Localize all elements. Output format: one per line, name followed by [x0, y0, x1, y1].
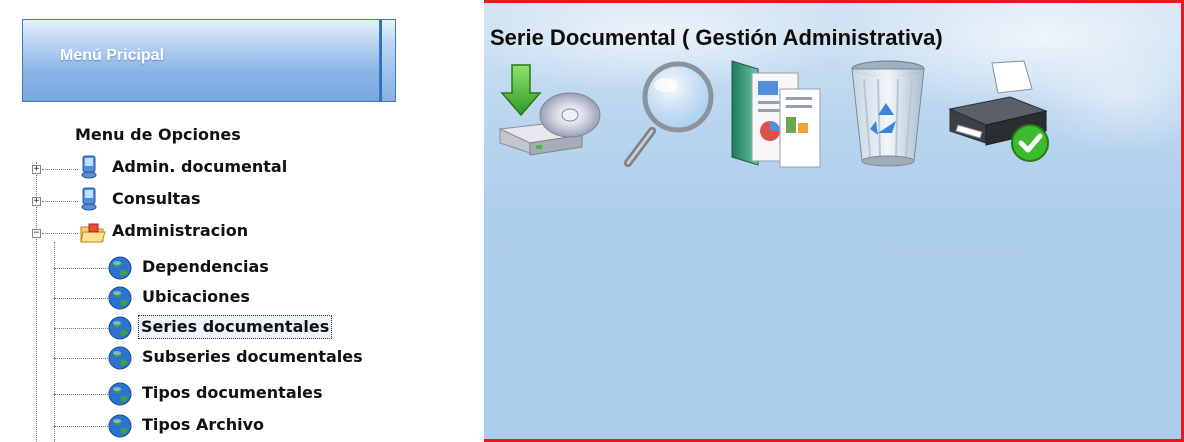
monitor-icon — [81, 187, 97, 211]
globe-icon — [108, 346, 132, 370]
recycle-bin-icon — [851, 60, 925, 167]
tree-node-consultas[interactable]: Consultas — [110, 188, 203, 210]
open-folder-icon — [80, 223, 106, 243]
disk-save-icon — [498, 64, 601, 156]
print-button[interactable] — [944, 59, 1054, 171]
main-panel: Serie Documental ( Gestión Administrativ… — [484, 3, 1181, 439]
expand-toggle[interactable]: + — [32, 165, 41, 174]
printer-icon — [948, 60, 1049, 162]
tree-node-subseries-documentales[interactable]: Subseries documentales — [140, 346, 365, 368]
documents-button[interactable] — [722, 59, 832, 171]
globe-icon — [108, 286, 132, 310]
sidebar: Menú Pricipal Menu de Opciones + Admin. … — [0, 0, 484, 442]
save-button[interactable] — [494, 59, 604, 171]
tree-node-tipos-documentales[interactable]: Tipos documentales — [140, 382, 324, 404]
delete-button[interactable] — [834, 59, 944, 171]
page-title: Serie Documental ( Gestión Administrativ… — [490, 25, 943, 50]
tree-node-tipos-archivo[interactable]: Tipos Archivo — [140, 414, 266, 436]
magnifier-icon — [624, 61, 714, 167]
tree-node-ubicaciones[interactable]: Ubicaciones — [140, 286, 252, 308]
tree-node-series-documentales[interactable]: Series documentales — [138, 315, 333, 339]
globe-icon — [108, 256, 132, 280]
globe-icon — [108, 316, 132, 340]
search-button[interactable] — [616, 59, 726, 171]
options-tree: + Admin. documental + Consultas − Admini… — [0, 0, 390, 442]
globe-icon — [108, 414, 132, 438]
monitor-icon — [81, 155, 97, 179]
tree-node-dependencias[interactable]: Dependencias — [140, 256, 271, 278]
globe-icon — [108, 382, 132, 406]
tree-node-admin-documental[interactable]: Admin. documental — [110, 156, 289, 178]
documents-icon — [731, 60, 821, 168]
collapse-toggle[interactable]: − — [32, 229, 41, 238]
expand-toggle[interactable]: + — [32, 197, 41, 206]
tree-node-administracion[interactable]: Administracion — [110, 220, 250, 242]
